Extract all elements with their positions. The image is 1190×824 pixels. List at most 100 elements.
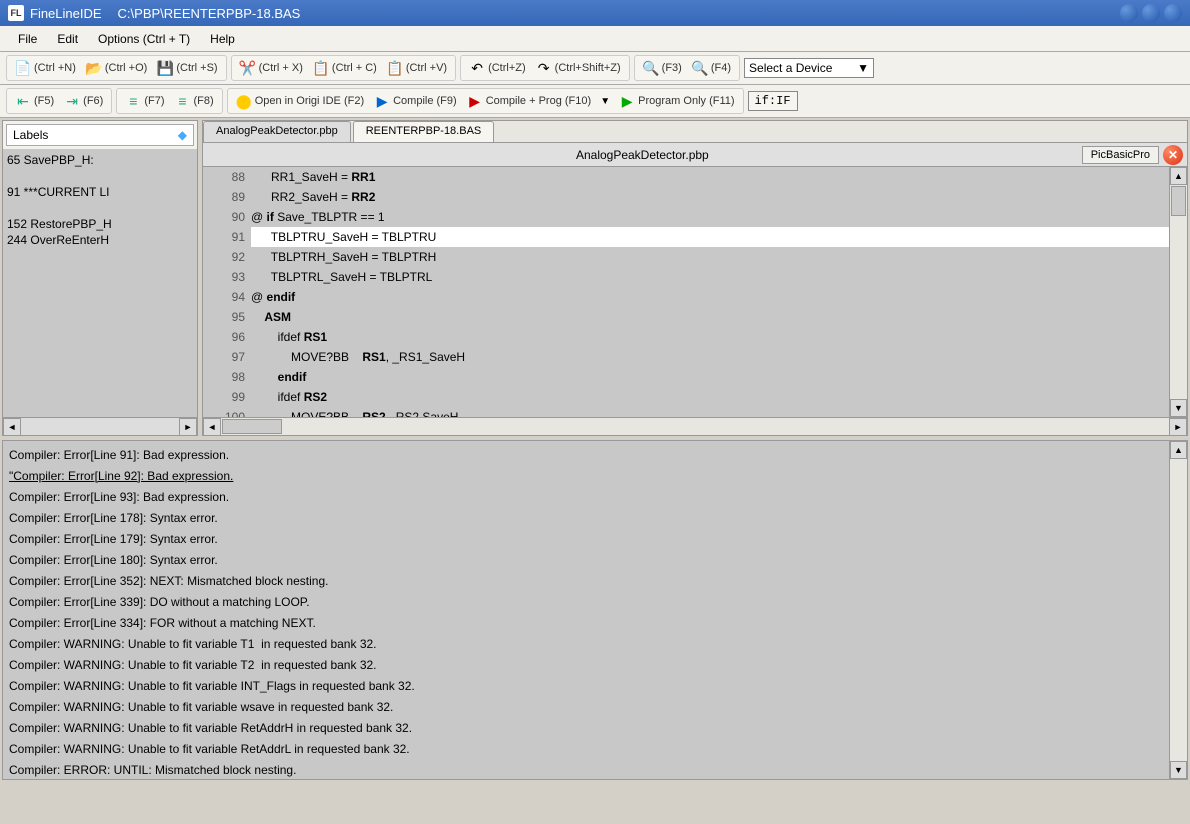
- replace-button[interactable]: 🔍 (F4): [688, 58, 735, 78]
- hscroll-thumb[interactable]: [222, 419, 282, 434]
- maximize-button[interactable]: [1142, 4, 1160, 22]
- window-controls: [1120, 4, 1182, 22]
- compiler-output[interactable]: Compiler: Error[Line 91]: Bad expression…: [3, 441, 1169, 779]
- open-button[interactable]: 📂 (Ctrl +O): [82, 58, 151, 78]
- indent-icon: ⇤: [15, 93, 31, 109]
- label-item[interactable]: 152 RestorePBP_H: [7, 217, 193, 231]
- scroll-left-icon[interactable]: ◄: [3, 418, 21, 436]
- open-label: (Ctrl +O): [105, 62, 147, 74]
- code-line[interactable]: MOVE?BB RS1, _RS1_SaveH: [251, 347, 1169, 367]
- indent-left-button[interactable]: ⇤ (F5): [11, 91, 58, 111]
- code-line[interactable]: @ if Save_TBLPTR == 1: [251, 207, 1169, 227]
- open-origi-label: Open in Origi IDE (F2): [255, 95, 364, 107]
- label-item[interactable]: 65 SavePBP_H:: [7, 153, 193, 167]
- doc-type-button[interactable]: PicBasicPro: [1082, 146, 1159, 164]
- minimize-button[interactable]: [1120, 4, 1138, 22]
- menu-help[interactable]: Help: [200, 28, 245, 50]
- output-line: Compiler: WARNING: Unable to fit variabl…: [9, 676, 1163, 697]
- undo-icon: ↶: [469, 60, 485, 76]
- find-button[interactable]: 🔍 (F3): [639, 58, 686, 78]
- f7-button[interactable]: ≡ (F7): [121, 91, 168, 111]
- editor-vscroll[interactable]: ▲ ▼: [1169, 167, 1187, 417]
- code-line[interactable]: TBLPTRL_SaveH = TBLPTRL: [251, 267, 1169, 287]
- output-line: Compiler: WARNING: Unable to fit variabl…: [9, 655, 1163, 676]
- output-line: Compiler: WARNING: Unable to fit variabl…: [9, 634, 1163, 655]
- open-origi-button[interactable]: ⬤ Open in Origi IDE (F2): [232, 91, 368, 111]
- label-item[interactable]: [7, 169, 193, 183]
- output-vscroll[interactable]: ▲ ▼: [1169, 441, 1187, 779]
- titlebar: FL FineLineIDE C:\PBP\REENTERPBP-18.BAS: [0, 0, 1190, 26]
- tab[interactable]: REENTERPBP-18.BAS: [353, 121, 495, 142]
- output-line: Compiler: WARNING: Unable to fit variabl…: [9, 697, 1163, 718]
- copy-button[interactable]: 📋 (Ctrl + C): [309, 58, 381, 78]
- tab[interactable]: AnalogPeakDetector.pbp: [203, 121, 351, 142]
- save-label: (Ctrl +S): [176, 62, 217, 74]
- program-only-button[interactable]: ▶ Program Only (F11): [615, 91, 738, 111]
- cut-button[interactable]: ✂️ (Ctrl + X): [236, 58, 307, 78]
- tab-row: AnalogPeakDetector.pbpREENTERPBP-18.BAS: [203, 121, 1187, 143]
- compile-prog-button[interactable]: ▶ Compile + Prog (F10): [463, 91, 595, 111]
- code-line[interactable]: TBLPTRU_SaveH = TBLPTRU: [251, 227, 1169, 247]
- scroll-down-icon[interactable]: ▼: [1170, 761, 1187, 779]
- code-line[interactable]: TBLPTRH_SaveH = TBLPTRH: [251, 247, 1169, 267]
- scroll-up-icon[interactable]: ▲: [1170, 167, 1187, 185]
- label-item[interactable]: 244 OverReEnterH: [7, 233, 193, 247]
- play-green-icon: ▶: [619, 93, 635, 109]
- f8-button[interactable]: ≡ (F8): [171, 91, 218, 111]
- redo-button[interactable]: ↷ (Ctrl+Shift+Z): [532, 58, 625, 78]
- close-button[interactable]: [1164, 4, 1182, 22]
- paste-button[interactable]: 📋 (Ctrl +V): [383, 58, 451, 78]
- labels-list[interactable]: 65 SavePBP_H: 91 ***CURRENT LI 152 Resto…: [3, 149, 197, 417]
- code-editor[interactable]: 888990919293949596979899100 RR1_SaveH = …: [203, 167, 1187, 417]
- doc-header: AnalogPeakDetector.pbp PicBasicPro ✕: [203, 143, 1187, 167]
- editor-hscroll[interactable]: ◄ ►: [203, 417, 1187, 435]
- code-line[interactable]: MOVE?BB RS2, RS2 SaveH: [251, 407, 1169, 417]
- labels-dropdown[interactable]: Labels ◆: [6, 124, 194, 146]
- code-line[interactable]: @ endif: [251, 287, 1169, 307]
- label-item[interactable]: [7, 201, 193, 215]
- code-line[interactable]: endif: [251, 367, 1169, 387]
- scroll-down-icon[interactable]: ▼: [1170, 399, 1187, 417]
- toolbar-1: 📄 (Ctrl +N) 📂 (Ctrl +O) 💾 (Ctrl +S) ✂️ (…: [0, 52, 1190, 85]
- compile-prog-label: Compile + Prog (F10): [486, 95, 591, 107]
- code-line[interactable]: ifdef RS1: [251, 327, 1169, 347]
- toolbar-2: ⇤ (F5) ⇥ (F6) ≡ (F7) ≡ (F8) ⬤ Open in Or…: [0, 85, 1190, 118]
- indent-right-button[interactable]: ⇥ (F6): [60, 91, 107, 111]
- device-select[interactable]: Select a Device ▼: [744, 58, 874, 78]
- compile-button[interactable]: ▶ Compile (F9): [370, 91, 461, 111]
- scroll-left-icon[interactable]: ◄: [203, 418, 221, 436]
- save-button[interactable]: 💾 (Ctrl +S): [153, 58, 221, 78]
- f6-label: (F6): [83, 95, 103, 107]
- code-line[interactable]: RR2_SaveH = RR2: [251, 187, 1169, 207]
- undo-button[interactable]: ↶ (Ctrl+Z): [465, 58, 530, 78]
- circle-yellow-icon: ⬤: [236, 93, 252, 109]
- copy-label: (Ctrl + C): [332, 62, 377, 74]
- chevron-down-icon: ▼: [857, 61, 869, 75]
- new-button[interactable]: 📄 (Ctrl +N): [11, 58, 80, 78]
- code-lines[interactable]: RR1_SaveH = RR1 RR2_SaveH = RR2@ if Save…: [251, 167, 1169, 417]
- find-label: (F3): [662, 62, 682, 74]
- label-item[interactable]: 91 ***CURRENT LI: [7, 185, 193, 199]
- f7-label: (F7): [144, 95, 164, 107]
- compile-label: Compile (F9): [393, 95, 457, 107]
- output-line: Compiler: WARNING: Unable to fit variabl…: [9, 739, 1163, 760]
- menubar: File Edit Options (Ctrl + T) Help: [0, 26, 1190, 52]
- output-line: Compiler: Error[Line 93]: Bad expression…: [9, 487, 1163, 508]
- format2-icon: ≡: [175, 93, 191, 109]
- scroll-right-icon[interactable]: ►: [1169, 418, 1187, 436]
- code-line[interactable]: ifdef RS2: [251, 387, 1169, 407]
- vscroll-thumb[interactable]: [1171, 186, 1186, 216]
- close-doc-button[interactable]: ✕: [1163, 145, 1183, 165]
- scroll-up-icon[interactable]: ▲: [1170, 441, 1187, 459]
- scroll-right-icon[interactable]: ►: [179, 418, 197, 436]
- labels-hscroll[interactable]: ◄ ►: [3, 417, 197, 435]
- code-line[interactable]: RR1_SaveH = RR1: [251, 167, 1169, 187]
- code-line[interactable]: ASM: [251, 307, 1169, 327]
- menu-options[interactable]: Options (Ctrl + T): [88, 28, 200, 50]
- menu-file[interactable]: File: [8, 28, 47, 50]
- menu-edit[interactable]: Edit: [47, 28, 88, 50]
- output-line: Compiler: WARNING: Unable to fit variabl…: [9, 718, 1163, 739]
- cut-label: (Ctrl + X): [259, 62, 303, 74]
- dropdown-arrow-icon[interactable]: ▼: [597, 93, 613, 109]
- redo-label: (Ctrl+Shift+Z): [555, 62, 621, 74]
